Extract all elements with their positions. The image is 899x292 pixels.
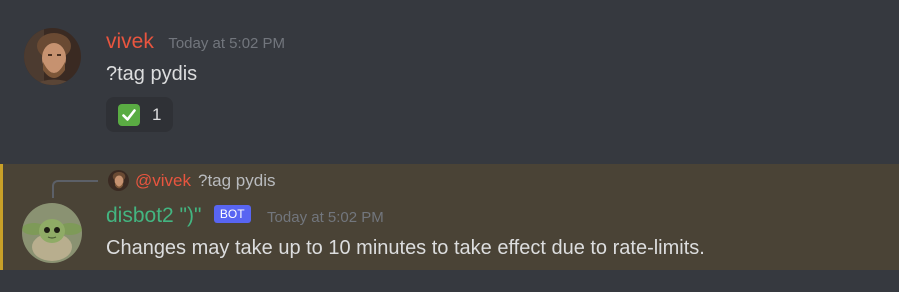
mention-highlight-bar [0,164,3,270]
bot-avatar-image [22,203,82,263]
message-vivek: vivek Today at 5:02 PM ?tag pydis 1 [0,0,899,162]
reply-mention[interactable]: @vivek [135,171,191,191]
white-check-mark-icon [118,103,140,126]
bot-avatar[interactable] [22,203,82,263]
bot-badge: BOT [213,205,251,223]
reaction-count: 1 [152,104,162,124]
user-avatar-vivek[interactable] [24,28,81,85]
reaction-check[interactable]: 1 [106,97,173,132]
reply-reference[interactable]: @vivek ?tag pydis [108,170,276,191]
message-content: Changes may take up to 10 minutes to tak… [106,237,705,259]
reply-spine-line [52,180,98,198]
reply-avatar-vivek [108,170,129,191]
avatar-portrait-image [24,28,81,85]
timestamp: Today at 5:02 PM [267,209,384,226]
bot-username[interactable]: disbot2 ")" [106,204,201,227]
message-content: ?tag pydis [106,63,198,85]
reply-preview-text: ?tag pydis [198,170,276,190]
message-header: disbot2 ")" BOT Today at 5:02 PM [106,204,384,228]
message-disbot2: @vivek ?tag pydis disbot2 ")" BOT Today … [0,164,899,270]
message-header: vivek Today at 5:02 PM [106,30,285,54]
timestamp: Today at 5:02 PM [168,35,286,52]
username[interactable]: vivek [106,30,154,53]
